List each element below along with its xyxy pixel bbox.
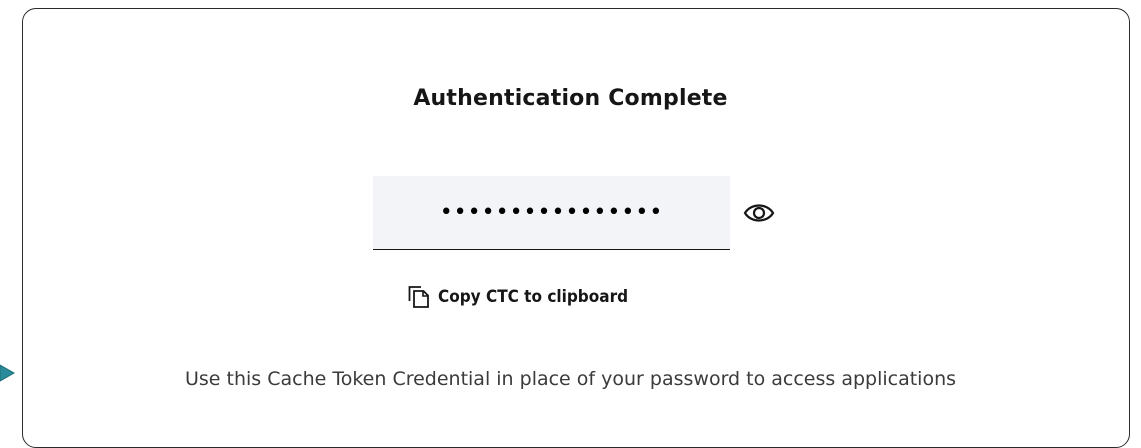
footer-help-text: Use this Cache Token Credential in place… <box>184 368 957 390</box>
eye-icon[interactable] <box>743 199 775 227</box>
token-field[interactable] <box>373 176 730 250</box>
copy-ctc-button[interactable]: Copy CTC to clipboard <box>408 282 628 312</box>
copy-icon <box>408 286 429 308</box>
copy-ctc-label: Copy CTC to clipboard <box>438 287 629 307</box>
page-title: Authentication Complete <box>413 86 728 111</box>
token-input[interactable] <box>373 176 730 250</box>
